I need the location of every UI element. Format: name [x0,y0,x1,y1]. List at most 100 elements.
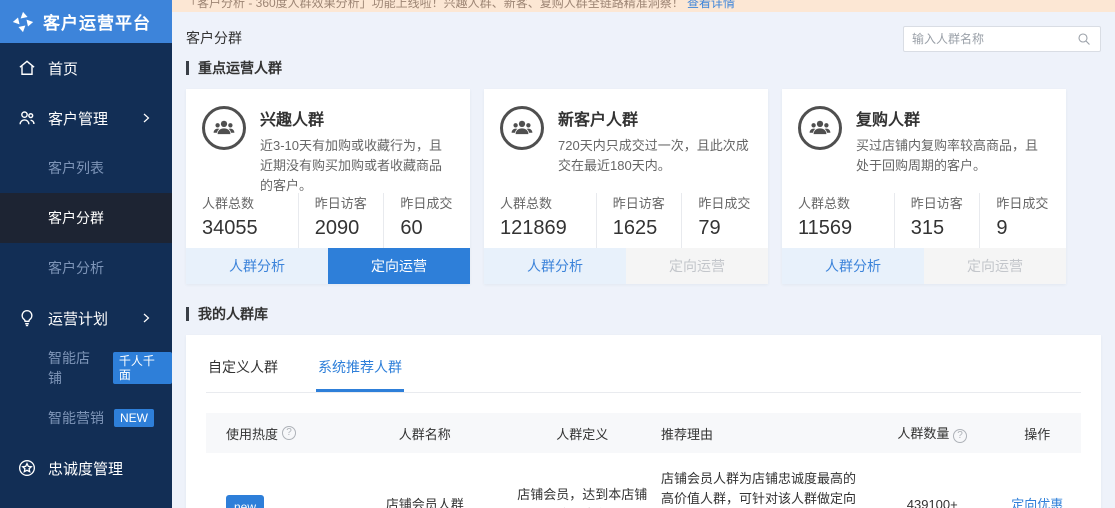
stat-value: 60 [400,217,454,240]
stat-value: 1625 [613,217,682,240]
targeted-operation-button[interactable]: 定向运营 [924,248,1066,284]
sidebar-item-label: 客户列表 [48,158,104,178]
stat-value: 2090 [315,217,384,240]
library-tabs: 自定义人群 系统推荐人群 [206,335,1081,393]
section-title: 我的人群库 [198,304,268,324]
section-bar [186,307,189,321]
sidebar-item-label: 首页 [48,58,78,79]
segment-card-interest: 兴趣人群 近3-10天有加购或收藏行为，且近期没有购买加购或者收藏商品的客户。 … [186,89,470,284]
group-analysis-button[interactable]: 人群分析 [186,248,328,284]
section-title: 重点运营人群 [198,58,282,78]
stat-label: 昨日成交 [400,193,454,212]
segment-title: 新客户人群 [558,106,752,130]
search-input[interactable] [904,32,1076,46]
cell-group-count: 439100+ [871,469,994,508]
stat-label: 人群总数 [500,193,596,212]
segment-stats: 人群总数 11569 昨日访客 315 昨日成交 9 [782,193,1066,248]
sidebar-item-smart-shop[interactable]: 智能店铺 千人千面 [0,343,172,393]
cell-hotness: new [206,469,346,508]
stat-label: 人群总数 [798,193,894,212]
targeted-operation-button[interactable]: 定向运营 [626,248,768,284]
cell-action: 定向优惠 [994,469,1082,508]
key-groups-section-header: 重点运营人群 [186,58,1101,78]
view-details-link[interactable]: 查看详情 [687,0,735,10]
group-analysis-button[interactable]: 人群分析 [484,248,626,284]
sidebar-item-label: 客户分析 [48,258,104,278]
stat-value: 9 [996,217,1050,240]
chevron-right-icon [140,112,152,124]
stat-value: 11569 [798,217,894,240]
main-content: 「客户分析 - 360度人群效果分析」功能上线啦！兴趣人群、新客、复购人群全链路… [172,0,1115,508]
header-usage-hotness: 使用热度 ? [206,424,346,443]
sidebar-item-label: 运营计划 [48,308,108,329]
new-feature-badge: NEW [114,409,154,427]
sidebar-item-loyalty-management[interactable]: 忠诚度管理 [0,443,172,493]
search-icon[interactable] [1076,31,1092,47]
segment-description: 720天内只成交过一次，且此次成交在最近180天内。 [558,136,752,176]
sidebar-item-customer-analysis[interactable]: 客户分析 [0,243,172,293]
segment-stats: 人群总数121869 昨日访客1625 昨日成交79 [484,193,768,248]
table-row: new 店铺会员人群 店铺会员，达到本店铺 vip1 会员条件以... 店铺会员… [206,453,1081,508]
header-group-name: 人群名称 [346,424,504,443]
key-groups-cards: 兴趣人群 近3-10天有加购或收藏行为，且近期没有购买加购或者收藏商品的客户。 … [186,89,1101,284]
stat-label: 人群总数 [202,193,298,212]
tab-system-recommended-groups[interactable]: 系统推荐人群 [316,349,404,392]
header-action: 操作 [994,424,1082,443]
stat-label: 昨日访客 [911,193,980,212]
sidebar-item-label: 智能店铺 [48,348,103,388]
sidebar-item-label: 忠诚度管理 [48,458,123,479]
section-bar [186,61,189,75]
audience-icon [798,106,842,150]
star-circle-icon [17,458,37,478]
stat-value: 34055 [202,217,298,240]
sidebar-item-smart-marketing[interactable]: 智能营销 NEW [0,393,172,443]
stat-value: 315 [911,217,980,240]
pinwheel-logo-icon [10,9,36,35]
cell-group-definition: 店铺会员，达到本店铺 vip1 会员条件以... [504,469,662,508]
help-icon[interactable]: ? [282,426,296,440]
segment-card-repurchase: 复购人群 买过店铺内复购率较高商品，且处于回购周期的客户。 人群总数 11569 … [782,89,1066,284]
segment-title: 复购人群 [856,106,1050,130]
sidebar-item-home[interactable]: 首页 [0,43,172,93]
help-icon[interactable]: ? [953,429,967,443]
targeted-operation-button[interactable]: 定向运营 [328,248,470,284]
segment-description: 近3-10天有加购或收藏行为，且近期没有购买加购或者收藏商品的客户。 [260,136,454,196]
sidebar-item-customer-list[interactable]: 客户列表 [0,143,172,193]
targeted-coupon-link[interactable]: 定向优惠 [1011,497,1063,508]
group-analysis-button[interactable]: 人群分析 [782,248,924,284]
customer-operation-platform: 客户运营平台 首页 客户管理 客户列表 [0,0,1115,508]
stat-label: 昨日访客 [613,193,682,212]
tab-custom-groups[interactable]: 自定义人群 [206,349,280,392]
audience-icon [500,106,544,150]
announcement-text: 「客户分析 - 360度人群效果分析」功能上线啦！兴趣人群、新客、复购人群全链路… [185,0,684,10]
stat-label: 昨日访客 [315,193,384,212]
sidebar-item-label: 客户分群 [48,208,104,228]
sidebar-item-customer-management[interactable]: 客户管理 [0,93,172,143]
table-header-row: 使用热度 ? 人群名称 人群定义 推荐理由 人群数量 ? 操作 [206,413,1081,453]
stat-label: 昨日成交 [996,193,1050,212]
header-recommend-reason: 推荐理由 [661,424,871,443]
cell-recommend-reason: 店铺会员人群为店铺忠诚度最高的高价值人群，可针对该人群做定向权益、召回等，强化会… [661,469,871,508]
segment-title: 兴趣人群 [260,106,454,130]
segment-search-box [903,26,1101,52]
header-group-definition: 人群定义 [504,424,662,443]
new-badge: new [226,495,264,508]
sidebar-item-label: 智能营销 [48,408,104,428]
chevron-right-icon [140,312,152,324]
users-icon [17,108,37,128]
cell-group-name: 店铺会员人群 [346,469,504,508]
segment-stats: 人群总数 34055 昨日访客 2090 昨日成交 60 [186,193,470,248]
header-group-count: 人群数量 ? [871,423,994,443]
smart-shop-badge: 千人千面 [113,352,172,385]
segment-description: 买过店铺内复购率较高商品，且处于回购周期的客户。 [856,136,1050,176]
sidebar-item-label: 客户管理 [48,108,108,129]
segment-card-new-customer: 新客户人群 720天内只成交过一次，且此次成交在最近180天内。 人群总数121… [484,89,768,284]
home-icon [17,58,37,78]
stat-value: 79 [698,217,752,240]
sidebar: 客户运营平台 首页 客户管理 客户列表 [0,0,172,508]
sidebar-item-operation-plan[interactable]: 运营计划 [0,293,172,343]
announcement-banner: 「客户分析 - 360度人群效果分析」功能上线啦！兴趣人群、新客、复购人群全链路… [172,0,1115,12]
sidebar-item-customer-segments[interactable]: 客户分群 [0,193,172,243]
lightbulb-icon [17,308,37,328]
app-title: 客户运营平台 [43,9,151,34]
